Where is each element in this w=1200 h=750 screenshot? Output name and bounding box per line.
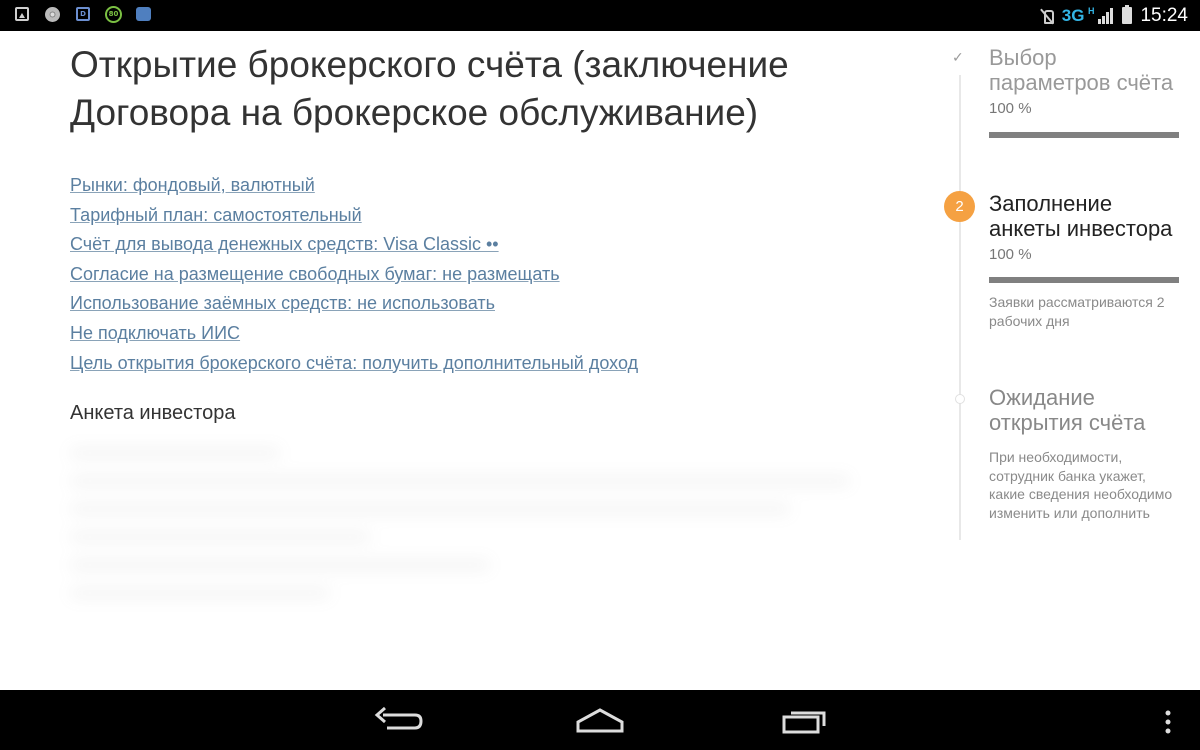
back-icon: [374, 706, 423, 730]
speed-notification-icon: 80: [105, 6, 122, 23]
param-link-markets[interactable]: Рынки: фондовый, валютный: [70, 175, 315, 195]
step-title: Заполнение анкеты инвестора: [989, 191, 1173, 241]
step-account-params: Выбор параметров счёта 100 %: [989, 45, 1179, 138]
param-link-withdrawal-account[interactable]: Счёт для вывода денежных средств: Visa C…: [70, 234, 499, 254]
stepper-line: [959, 75, 961, 540]
overflow-menu-icon: [1165, 710, 1171, 734]
list-item: Не подключать ИИС: [70, 320, 870, 350]
investor-questionnaire-heading: Анкета инвестора: [70, 402, 236, 424]
list-item: Счёт для вывода денежных средств: Visa C…: [70, 231, 870, 261]
network-type: 3G H: [1061, 5, 1095, 26]
overflow-menu-button[interactable]: [1150, 690, 1186, 750]
messages-notification-icon: [136, 7, 151, 21]
recent-apps-icon: [782, 711, 826, 734]
list-item: Рынки: фондовый, валютный: [70, 172, 870, 202]
network-sub-label: H: [1087, 5, 1095, 16]
muted-icon: [1040, 8, 1054, 24]
check-icon: ✓: [952, 50, 964, 66]
step-number-badge: 2: [944, 191, 975, 222]
param-link-goal[interactable]: Цель открытия брокерского счёта: получит…: [70, 353, 638, 373]
home-button[interactable]: [560, 690, 640, 750]
step-title: Ожидание открытия счёта: [989, 385, 1146, 435]
param-link-borrowed-funds[interactable]: Использование заёмных средств: не исполь…: [70, 293, 495, 313]
list-item: Тарифный план: самостоятельный: [70, 202, 870, 232]
back-button[interactable]: [357, 690, 437, 750]
battery-icon: [1122, 5, 1133, 24]
param-link-securities-placement[interactable]: Согласие на размещение свободных бумаг: …: [70, 264, 560, 284]
chrome-notification-icon: [45, 7, 60, 22]
app-notification-icon: D: [76, 7, 90, 21]
home-icon: [576, 708, 624, 733]
step-note: При необходимости, сотрудник банка укаже…: [989, 449, 1173, 521]
recent-apps-button[interactable]: [764, 690, 844, 750]
list-item: Цель открытия брокерского счёта: получит…: [70, 350, 870, 380]
step-investor-questionnaire: Заполнение анкеты инвестора 100 % Заявки…: [989, 191, 1179, 330]
list-item: Использование заёмных средств: не исполь…: [70, 290, 870, 320]
step-title: Выбор параметров счёта: [989, 45, 1174, 95]
page-title: Открытие брокерского счёта (заключение Д…: [70, 44, 789, 133]
param-link-iis[interactable]: Не подключать ИИС: [70, 323, 240, 343]
signal-icon: [1098, 7, 1114, 24]
step-percent: 100 %: [989, 100, 1032, 117]
step-percent: 100 %: [989, 246, 1032, 263]
step-awaiting-opening: Ожидание открытия счёта При необходимост…: [989, 385, 1179, 522]
step-progress-bar: [989, 132, 1179, 138]
status-bar: D 80 3G H 15:24: [0, 0, 1200, 31]
step-note: Заявки рассматриваются 2 рабочих дня: [989, 294, 1165, 329]
image-notification-icon: [15, 7, 29, 21]
pending-step-dot: [955, 394, 965, 404]
clock: 15:24: [1140, 4, 1188, 26]
account-params-list: Рынки: фондовый, валютный Тарифный план:…: [70, 172, 870, 379]
status-indicators: 3G H 15:24: [1040, 0, 1188, 31]
network-label: 3G: [1061, 5, 1085, 25]
param-link-tariff[interactable]: Тарифный план: самостоятельный: [70, 205, 362, 225]
list-item: Согласие на размещение свободных бумаг: …: [70, 261, 870, 291]
step-progress-bar: [989, 277, 1179, 283]
navigation-bar: [0, 690, 1200, 750]
obscured-questionnaire-content: [20, 430, 900, 680]
